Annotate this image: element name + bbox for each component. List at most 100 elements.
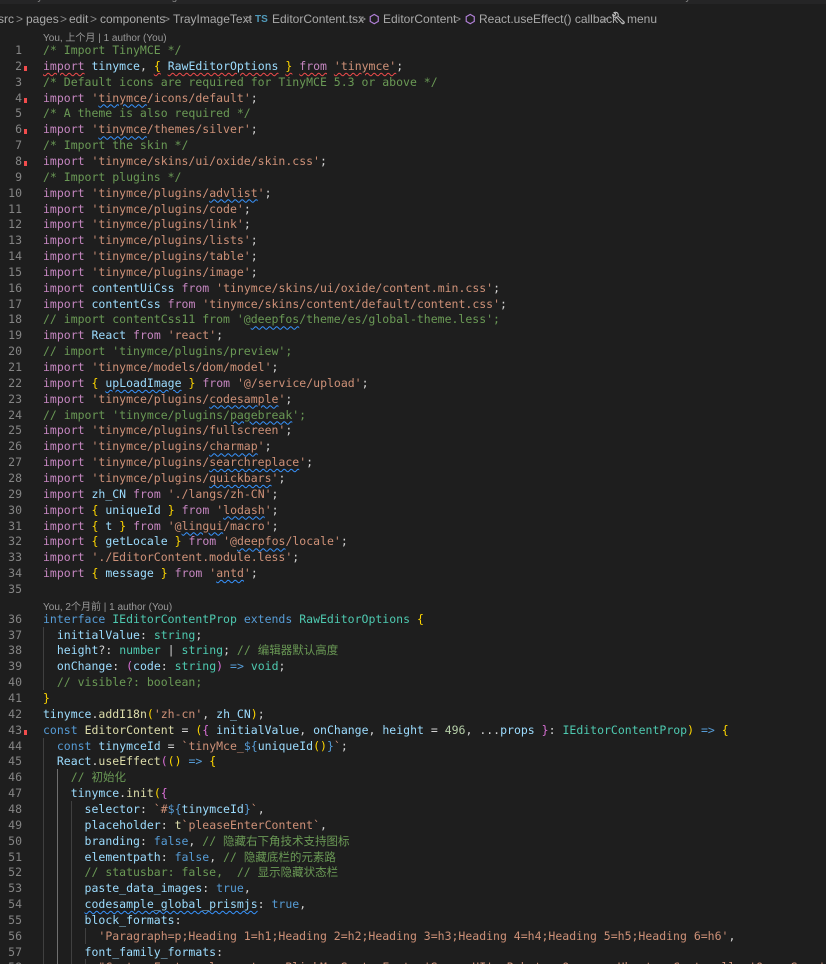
line-code: // import contentCss11 from '@deepfos/th… <box>43 312 500 327</box>
line-number: 37 <box>8 627 22 642</box>
code-line[interactable]: 52 // statusbar: false, // 显示隐藏状态栏 <box>0 864 826 880</box>
code-line[interactable]: 23 import 'tinymce/plugins/codesample'; <box>0 391 826 407</box>
breadcrumb-item-menu[interactable]: menu <box>627 12 657 26</box>
code-line[interactable]: 19 import React from 'react'; <box>0 327 826 343</box>
line-code: import 'tinymce/plugins/image'; <box>43 264 258 279</box>
breadcrumb-item-editorcontent[interactable]: EditorContent <box>383 12 456 26</box>
line-number: 42 <box>8 706 22 721</box>
line-number: 1 <box>15 43 22 57</box>
code-line[interactable]: 11 import 'tinymce/plugins/code'; <box>0 201 826 217</box>
git-diff-marker[interactable] <box>24 729 27 735</box>
code-line[interactable]: 12 import 'tinymce/plugins/link'; <box>0 216 826 232</box>
breadcrumb-item-useeffect[interactable]: React.useEffect() callback <box>479 12 618 26</box>
code-line[interactable]: 7 /* Import the skin */ <box>0 137 826 153</box>
line-code: /* Default icons are required for TinyMC… <box>43 74 438 89</box>
code-line[interactable]: 14 import 'tinymce/plugins/table'; <box>0 248 826 264</box>
git-diff-marker[interactable] <box>24 65 27 71</box>
line-number: 24 <box>8 407 22 422</box>
code-line[interactable]: 44 const tinymceId = `tinyMce_${uniqueId… <box>0 738 826 754</box>
code-line[interactable]: 57 font_family_formats: <box>0 944 826 960</box>
breadcrumb-item-components[interactable]: components <box>100 12 165 26</box>
code-line[interactable]: 25 import 'tinymce/plugins/fullscreen'; <box>0 422 826 438</box>
line-code: height?: number | string; // 编辑器默认高度 <box>56 643 339 658</box>
code-line[interactable]: 47 tinymce.init({ <box>0 785 826 801</box>
code-line[interactable]: 58 "Custom Font=apple-system, BlinkMacSy… <box>0 959 826 964</box>
line-number: 50 <box>8 833 22 848</box>
code-line[interactable]: 24 // import 'tinymce/plugins/pagebreak'; <box>0 407 826 423</box>
code-line[interactable]: 6 import 'tinymce/themes/silver'; <box>0 121 826 137</box>
code-line[interactable]: 29 import zh_CN from './langs/zh-CN'; <box>0 486 826 502</box>
breadcrumb-item-file[interactable]: EditorContent.tsx <box>272 12 364 26</box>
code-line[interactable]: 46 // 初始化 <box>0 769 826 785</box>
code-line[interactable]: 36 interface IEditorContentProp extends R… <box>0 611 826 627</box>
typescript-file-icon: TS <box>255 14 268 25</box>
code-line[interactable]: 42 tinymce.addI18n('zh-cn', zh_CN); <box>0 706 826 722</box>
code-line[interactable]: 38 height?: number | string; // 编辑器默认高度 <box>0 642 826 658</box>
code-line[interactable]: 49 placeholder: t`pleaseEnterContent`, <box>0 817 826 833</box>
line-code: import 'tinymce/themes/silver'; <box>43 122 258 137</box>
code-line[interactable]: 37 initialValue: string; <box>0 627 826 643</box>
line-number: 7 <box>15 138 22 153</box>
line-number: 19 <box>8 328 22 343</box>
line-number: 41 <box>8 691 22 705</box>
code-line[interactable]: 35 <box>0 581 826 597</box>
code-line[interactable]: 26 import 'tinymce/plugins/charmap'; <box>0 438 826 454</box>
code-line[interactable]: 13 import 'tinymce/plugins/lists'; <box>0 232 826 248</box>
code-line[interactable]: 20 // import 'tinymce/plugins/preview'; <box>0 343 826 359</box>
code-line[interactable]: 33 import './EditorContent.module.less'; <box>0 549 826 565</box>
line-number: 10 <box>8 185 22 200</box>
code-line[interactable]: 8 import 'tinymce/skins/ui/oxide/skin.css… <box>0 153 826 169</box>
breadcrumb-item-pages[interactable]: pages <box>26 12 59 26</box>
code-line[interactable]: 16 import contentUiCss from 'tinymce/skin… <box>0 280 826 296</box>
code-line[interactable]: 5 /* A theme is also required */ <box>0 105 826 121</box>
indent-guide <box>43 626 44 691</box>
code-line[interactable]: 28 import 'tinymce/plugins/quickbars'; <box>0 470 826 486</box>
line-number: 29 <box>8 486 22 501</box>
code-line[interactable]: 1 /* Import TinyMCE */ <box>0 42 826 58</box>
code-line[interactable]: 2 import tinymce, { RawEditorOptions } fr… <box>0 58 826 74</box>
code-line[interactable]: 31 import { t } from '@lingui/macro'; <box>0 518 826 534</box>
line-code: import 'tinymce/plugins/searchreplace'; <box>43 455 314 470</box>
line-code: // 初始化 <box>70 770 126 785</box>
code-line[interactable]: 9 /* Import plugins */ <box>0 169 826 185</box>
code-line[interactable]: 4 import 'tinymce/icons/default'; <box>0 90 826 106</box>
chevron-right-icon: > <box>359 12 367 26</box>
git-diff-marker[interactable] <box>24 97 27 103</box>
code-line[interactable]: 15 import 'tinymce/plugins/image'; <box>0 264 826 280</box>
code-line[interactable]: 50 branding: false, // 隐藏右下角技术支持图标 <box>0 833 826 849</box>
breadcrumb-item-src[interactable]: src <box>0 12 14 26</box>
code-line[interactable]: 27 import 'tinymce/plugins/searchreplace'… <box>0 454 826 470</box>
code-line[interactable]: 17 import contentCss from 'tinymce/skins/… <box>0 296 826 312</box>
code-line[interactable]: 10 import 'tinymce/plugins/advlist'; <box>0 185 826 201</box>
code-line[interactable]: 39 onChange: (code: string) => void; <box>0 658 826 674</box>
breadcrumb-item-trayimagetext[interactable]: TrayImageText <box>173 12 252 26</box>
code-line[interactable]: 54 codesample_global_prismjs: true, <box>0 896 826 912</box>
indent-guide <box>56 769 58 964</box>
line-number: 4 <box>15 90 22 105</box>
code-line[interactable]: 45 React.useEffect(() => { <box>0 753 826 769</box>
code-line[interactable]: 51 elementpath: false, // 隐藏底栏的元素路 <box>0 849 826 865</box>
code-line[interactable]: 22 import { upLoadImage } from '@/service… <box>0 375 826 391</box>
line-number: 44 <box>8 738 22 753</box>
code-line[interactable]: 55 block_formats: <box>0 912 826 928</box>
code-line[interactable]: 21 import 'tinymce/models/dom/model'; <box>0 359 826 375</box>
code-line[interactable]: 56 'Paragraph=p;Heading 1=h1;Heading 2=h… <box>0 928 826 944</box>
code-line[interactable]: 40 // visible?: boolean; <box>0 674 826 690</box>
line-code: import 'tinymce/plugins/link'; <box>43 217 251 232</box>
git-diff-marker[interactable] <box>24 160 27 166</box>
code-editor[interactable]: You, 上个月 | 1 author (You) 1/* Import Tiny… <box>0 28 826 964</box>
line-number: 52 <box>8 865 22 880</box>
code-line[interactable]: 53 paste_data_images: true, <box>0 880 826 896</box>
code-line[interactable]: 43 const EditorContent = ({ initialValue,… <box>0 722 826 738</box>
line-number: 40 <box>8 675 22 690</box>
code-line[interactable]: 18 // import contentCss11 from '@deepfos/… <box>0 311 826 327</box>
code-line[interactable]: 30 import { uniqueId } from 'lodash'; <box>0 502 826 518</box>
line-number: 36 <box>8 611 22 626</box>
git-diff-marker[interactable] <box>24 129 27 135</box>
code-line[interactable]: 41} <box>0 690 826 706</box>
code-line[interactable]: 32 import { getLocale } from '@deepfos/lo… <box>0 533 826 549</box>
code-line[interactable]: 3 /* Default icons are required for TinyM… <box>0 74 826 90</box>
code-line[interactable]: 34 import { message } from 'antd'; <box>0 565 826 581</box>
code-line[interactable]: 48 selector: `#${tinymceId}`, <box>0 801 826 817</box>
breadcrumb-item-edit[interactable]: edit <box>69 12 88 26</box>
